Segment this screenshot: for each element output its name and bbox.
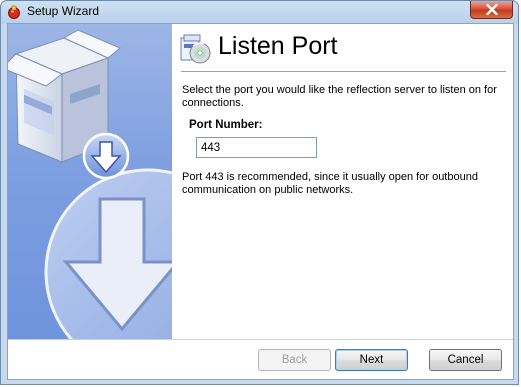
close-button[interactable]: [470, 1, 513, 19]
setup-wizard-window: Setup Wizard Listen Port Select the port…: [0, 0, 519, 385]
close-icon: [486, 4, 498, 15]
back-button[interactable]: Back: [258, 349, 331, 371]
cancel-button[interactable]: Cancel: [429, 349, 502, 371]
page-title: Listen Port: [218, 32, 338, 60]
wizard-content: Listen Port Select the port you would li…: [172, 24, 513, 339]
setup-app-icon: [7, 5, 21, 19]
header-divider: [181, 71, 506, 72]
next-button[interactable]: Next: [335, 349, 408, 371]
port-recommendation-note: Port 443 is recommended, since it usuall…: [182, 171, 478, 196]
wizard-client-area: Listen Port Select the port you would li…: [7, 23, 514, 380]
page-description: Select the port you would like the refle…: [182, 84, 497, 109]
setup-box-download-illustration: [8, 29, 172, 339]
wizard-side-banner: [8, 24, 172, 339]
port-number-label: Port Number:: [189, 119, 263, 131]
window-title: Setup Wizard: [27, 4, 100, 18]
title-bar[interactable]: Setup Wizard: [1, 1, 518, 23]
port-number-input[interactable]: [196, 137, 317, 158]
install-cd-icon: [178, 32, 212, 66]
wizard-button-bar: Back Next Cancel: [8, 340, 513, 379]
